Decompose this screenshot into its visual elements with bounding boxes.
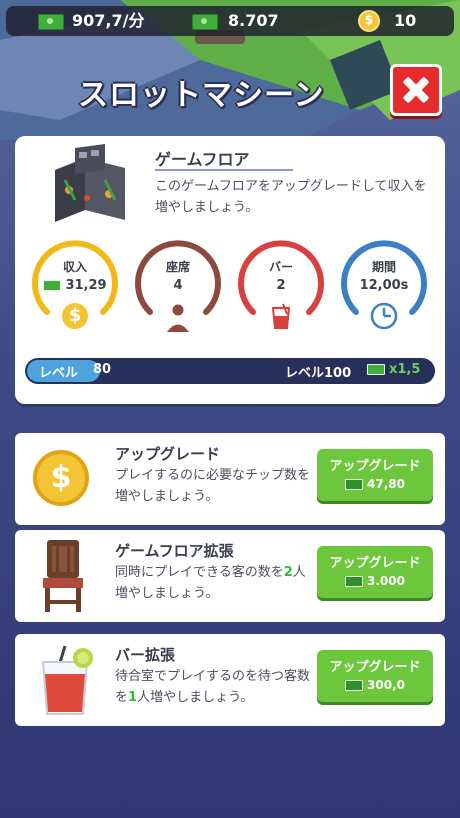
upgrade-price: 47,80 [317, 477, 433, 491]
upgrade-price: 300,0 [317, 678, 433, 692]
card-title: ゲームフロア拡張 [115, 542, 234, 560]
upgrade-card-bar: バー拡張 待合室でプレイするのを待つ客数を1人増やしましょう。 アップグレード … [15, 634, 445, 726]
stat-value: 4 [173, 278, 183, 293]
coin-icon: $ [59, 300, 91, 332]
close-button[interactable] [390, 64, 442, 116]
stat-income: 収入 31,29 $ [29, 234, 121, 332]
card-description: プレイするのに必要なチップ数を増やしましょう。 [115, 468, 311, 504]
level-label: レベル [39, 366, 79, 381]
person-icon [165, 303, 191, 332]
stat-seats: 座席 4 [132, 234, 224, 332]
floor-description: このゲームフロアをアップグレードして収入を増やしましょう。 [155, 179, 427, 215]
cash-icon [38, 14, 64, 30]
stat-value: 12,00s [359, 278, 409, 293]
stat-duration: 期間 12,00s [338, 234, 430, 331]
upgrade-button[interactable]: アップグレード 47,80 [317, 449, 433, 501]
upgrade-card-chips: $ アップグレード プレイするのに必要なチップ数を増やしましょう。 アップグレー… [15, 433, 445, 525]
chip-icon: $ [358, 10, 380, 32]
multiplier: x1,5 [367, 362, 420, 377]
drink-icon [265, 300, 297, 332]
slot-machine-icon [55, 144, 125, 222]
card-description: 待合室でプレイするのを待つ客数を1人増やしましょう。 [115, 669, 311, 705]
title-underline [155, 169, 293, 171]
card-title: アップグレード [115, 445, 221, 463]
coin-icon: $ [33, 450, 89, 506]
card-title: バー拡張 [115, 646, 176, 664]
stat-label: 収入 [62, 260, 87, 274]
page-title: スロットマシーン [78, 78, 325, 113]
chair-icon [43, 540, 83, 612]
upgrade-button-label: アップグレード [329, 556, 421, 571]
upgrade-price: 3.000 [317, 574, 433, 588]
drink-icon [41, 645, 93, 715]
stat-value: 2 [276, 278, 286, 293]
stat-value: 31,29 [29, 278, 121, 293]
clock-icon [369, 301, 399, 331]
current-level: 80 [93, 362, 112, 377]
stat-label: 座席 [165, 260, 190, 274]
upgrade-button[interactable]: アップグレード 3.000 [317, 546, 433, 598]
stat-label: 期間 [371, 260, 396, 274]
upgrade-button-label: アップグレード [329, 459, 421, 474]
stat-bar: バー 2 [235, 234, 327, 332]
card-description: 同時にプレイできる客の数を2人増やしましょう。 [115, 565, 306, 601]
level-progress-bar: レベル 80 レベル100 x1,5 [25, 358, 435, 384]
cash-icon [192, 14, 218, 30]
upgrade-card-seats: ゲームフロア拡張 同時にプレイできる客の数を2人増やしましょう。 アップグレード… [15, 530, 445, 622]
income-rate: 907,7/分 [72, 11, 145, 30]
upgrade-button[interactable]: アップグレード 300,0 [317, 650, 433, 702]
upgrade-button-label: アップグレード [329, 660, 421, 675]
currency-bar: 907,7/分 8.707 $ 10 [6, 6, 454, 36]
max-level: レベル100 [285, 366, 352, 381]
chip-count: 10 [394, 11, 417, 30]
cash-amount: 8.707 [228, 11, 279, 30]
floor-name: ゲームフロア [155, 150, 250, 169]
stat-label: バー [268, 260, 293, 274]
floor-panel: ゲームフロア このゲームフロアをアップグレードして収入を増やしましょう。 収入 … [15, 136, 445, 404]
